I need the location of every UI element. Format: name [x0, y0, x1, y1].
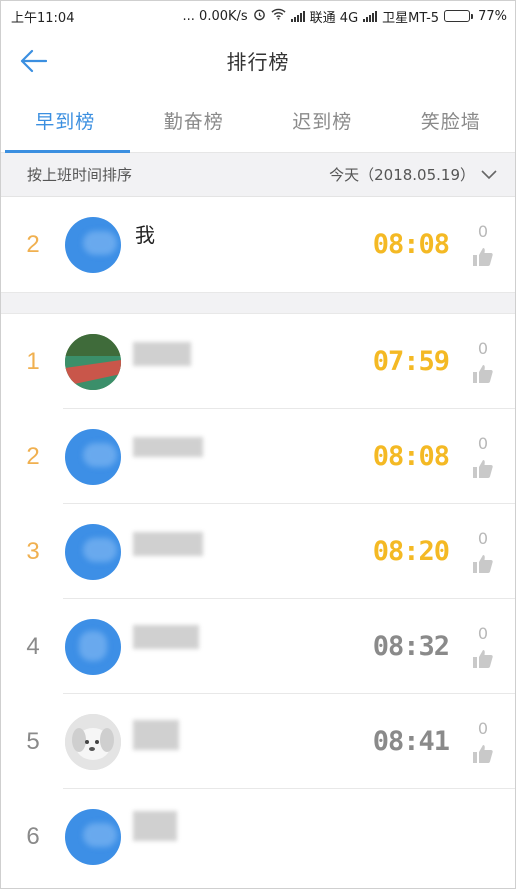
status-bar: 上午11:04 ... 0.00K/s 联通 4G 卫星MT-5 77%	[1, 1, 515, 31]
sort-label: 按上班时间排序	[27, 166, 133, 184]
like-button[interactable]: 0	[461, 222, 505, 267]
wifi-icon	[271, 8, 286, 24]
tab-diligent[interactable]: 勤奋榜	[130, 89, 259, 152]
like-count: 0	[477, 222, 489, 241]
rank-number: 2	[26, 442, 40, 470]
status-indicators: ... 0.00K/s 联通 4G 卫星MT-5 77%	[183, 7, 507, 26]
carrier-1: 联通 4G	[309, 10, 359, 26]
thumbs-up-icon	[473, 745, 493, 763]
nav-header: 排行榜	[1, 31, 515, 89]
like-count: 0	[477, 529, 489, 548]
page-title: 排行榜	[226, 49, 290, 74]
name-area	[121, 599, 365, 694]
signal-icon-2	[363, 10, 378, 22]
list-item[interactable]: 6	[1, 789, 515, 884]
like-button[interactable]: 0	[461, 529, 505, 574]
battery-percent: 77%	[478, 8, 507, 24]
blurred-name	[133, 811, 177, 841]
check-in-time: 08:32	[372, 631, 450, 662]
alarm-icon	[253, 8, 266, 25]
app-screen: 上午11:04 ... 0.00K/s 联通 4G 卫星MT-5 77% 排行榜	[0, 0, 516, 889]
avatar	[65, 428, 121, 485]
tab-bar: 早到榜 勤奋榜 迟到榜 笑脸墙	[1, 89, 515, 153]
network-speed: ... 0.00K/s	[182, 8, 248, 24]
name-area	[121, 504, 365, 599]
blurred-name	[133, 342, 191, 366]
like-count: 0	[477, 719, 489, 738]
thumbs-up-icon	[473, 460, 493, 478]
avatar	[65, 333, 121, 390]
blurred-name	[133, 532, 203, 556]
chevron-down-icon	[481, 169, 497, 179]
name-area: 我	[121, 197, 365, 292]
blurred-name	[133, 625, 199, 649]
rank-number: 6	[26, 822, 40, 850]
name-area	[121, 409, 365, 504]
avatar	[65, 216, 121, 273]
like-count: 0	[477, 624, 489, 643]
like-count: 0	[477, 339, 489, 358]
name-area	[121, 314, 365, 409]
check-in-time: 08:08	[372, 441, 450, 472]
check-in-time: 08:08	[372, 229, 450, 260]
rank-number: 1	[26, 347, 40, 375]
back-button[interactable]	[15, 43, 51, 79]
signal-icon	[290, 10, 305, 22]
tab-smile-wall[interactable]: 笑脸墙	[387, 89, 516, 152]
section-gap	[1, 292, 515, 314]
name-area	[121, 789, 365, 884]
rank-number: 4	[26, 632, 40, 660]
thumbs-up-icon	[473, 650, 493, 668]
avatar	[65, 808, 121, 865]
rank-number: 3	[26, 537, 40, 565]
battery-icon	[444, 10, 474, 22]
user-name: 我	[135, 223, 155, 247]
blurred-name	[133, 720, 179, 750]
carrier-2: 卫星MT-5	[382, 10, 440, 26]
like-button[interactable]: 0	[461, 434, 505, 479]
check-in-time: 08:41	[372, 726, 450, 757]
list-item[interactable]: 1 07:59 0	[1, 314, 515, 409]
list-item[interactable]: 5 08:41 0	[1, 694, 515, 789]
avatar	[65, 618, 121, 675]
sort-bar: 按上班时间排序 今天（2018.05.19）	[1, 153, 515, 197]
status-time: 上午11:04	[11, 10, 75, 26]
name-area	[121, 694, 365, 789]
like-count: 0	[477, 434, 489, 453]
like-button[interactable]: 0	[461, 719, 505, 764]
date-label: 今天（2018.05.19）	[329, 166, 475, 184]
avatar	[65, 523, 121, 580]
thumbs-up-icon	[473, 555, 493, 573]
like-button[interactable]: 0	[461, 339, 505, 384]
check-in-time: 08:20	[372, 536, 450, 567]
arrow-left-icon	[20, 49, 47, 73]
thumbs-up-icon	[473, 248, 493, 266]
list-item[interactable]: 4 08:32 0	[1, 599, 515, 694]
date-selector[interactable]: 今天（2018.05.19）	[329, 164, 497, 185]
avatar	[65, 713, 121, 770]
rank-number: 5	[26, 727, 40, 755]
my-rank-row[interactable]: 2 我 08:08 0	[1, 197, 515, 292]
blurred-name	[133, 437, 203, 457]
thumbs-up-icon	[473, 365, 493, 383]
rank-number: 2	[26, 230, 40, 258]
like-button[interactable]: 0	[461, 624, 505, 669]
list-item[interactable]: 2 08:08 0	[1, 409, 515, 504]
check-in-time: 07:59	[372, 346, 450, 377]
ranking-list: 1 07:59 0 2 08:08 0 3 08:20 0 4 08:32 0 …	[1, 314, 515, 884]
tab-early[interactable]: 早到榜	[1, 89, 130, 153]
tab-late[interactable]: 迟到榜	[258, 89, 387, 152]
list-item[interactable]: 3 08:20 0	[1, 504, 515, 599]
